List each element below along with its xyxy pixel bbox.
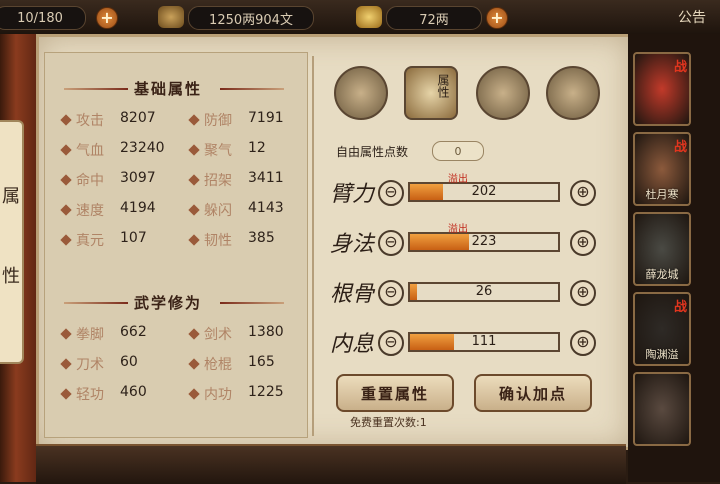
- attribute-bar: 223: [408, 232, 560, 252]
- attribute-bar: 111: [408, 332, 560, 352]
- stat-label: 韧性: [204, 233, 232, 249]
- yin-yang-icon[interactable]: [476, 66, 530, 120]
- stat-label: 招架: [204, 173, 232, 189]
- scroll-char-top: 属: [2, 186, 20, 207]
- battle-badge: 战: [673, 300, 687, 315]
- stat-value: 3411: [248, 170, 284, 186]
- increase-button[interactable]: ⊕: [570, 280, 596, 306]
- increase-button[interactable]: ⊕: [570, 330, 596, 356]
- martial-label: 拳脚: [76, 327, 104, 343]
- bottom-menu-bar: [36, 444, 626, 484]
- hero-name: 杜月寒: [645, 188, 679, 201]
- martial-label: 枪棍: [204, 357, 232, 373]
- decrease-button[interactable]: ⊖: [378, 280, 404, 306]
- attribute-name: 根骨: [330, 282, 375, 307]
- attribute-name: 臂力: [330, 182, 375, 207]
- decrease-button[interactable]: ⊖: [378, 230, 404, 256]
- stat-value: 385: [248, 230, 275, 246]
- decrease-button[interactable]: ⊖: [378, 330, 404, 356]
- increase-button[interactable]: ⊕: [570, 230, 596, 256]
- stat-label: 速度: [76, 203, 104, 219]
- attribute-value: 111: [471, 334, 497, 349]
- free-points-value: 0: [432, 141, 484, 161]
- hero-name: 陶渊溢: [645, 348, 679, 361]
- notice-button[interactable]: 公告: [678, 7, 706, 27]
- hero-card[interactable]: [633, 372, 691, 446]
- stat-value: 23240: [120, 140, 165, 156]
- meridian-body-icon[interactable]: [546, 66, 600, 120]
- martial-value: 60: [120, 354, 138, 370]
- martial-value: 460: [120, 384, 147, 400]
- stat-value: 7191: [248, 110, 284, 126]
- gold-counter: 72两: [386, 6, 482, 30]
- hero-card[interactable]: 战杜月寒: [633, 132, 691, 206]
- martial-value: 662: [120, 324, 147, 340]
- stat-value: 12: [248, 140, 266, 156]
- energy-counter: 10/180: [0, 6, 86, 30]
- stat-value: 107: [120, 230, 147, 246]
- martial-label: 内功: [204, 387, 232, 403]
- confirm-points-button[interactable]: 确认加点: [474, 374, 592, 412]
- free-reset-count: 免费重置次数:1: [350, 416, 427, 429]
- panel-divider: [312, 56, 314, 436]
- stat-label: 攻击: [76, 113, 104, 129]
- attribute-bar: 26: [408, 282, 560, 302]
- decrease-button[interactable]: ⊖: [378, 180, 404, 206]
- stat-label: 气血: [76, 143, 104, 159]
- overflow-label: 溢出: [448, 174, 468, 185]
- silver-coin-icon: [158, 6, 184, 28]
- martial-value: 1380: [248, 324, 284, 340]
- battle-badge: 战: [673, 60, 687, 75]
- increase-button[interactable]: ⊕: [570, 180, 596, 206]
- stat-value: 8207: [120, 110, 156, 126]
- scroll-roll: 属 性: [0, 120, 24, 364]
- title-ornament-right: [220, 302, 284, 304]
- attribute-value: 223: [471, 234, 497, 249]
- hero-card[interactable]: 薛龙城: [633, 212, 691, 286]
- add-gold-button[interactable]: +: [486, 7, 508, 29]
- martial-value: 165: [248, 354, 275, 370]
- overflow-label: 溢出: [448, 224, 468, 235]
- attribute-name: 身法: [330, 232, 375, 257]
- battle-badge: 战: [673, 140, 687, 155]
- stat-value: 3097: [120, 170, 156, 186]
- hero-card[interactable]: 战陶渊溢: [633, 292, 691, 366]
- attribute-tab-label: 属性: [436, 74, 450, 98]
- stat-label: 命中: [76, 173, 104, 189]
- free-points-label: 自由属性点数: [336, 145, 409, 159]
- martial-label: 剑术: [204, 327, 232, 343]
- scroll-char-bottom: 性: [2, 266, 20, 287]
- attribute-name: 内息: [330, 332, 375, 357]
- money-counter: 1250两904文: [188, 6, 314, 30]
- basic-attributes-title: 基础属性: [134, 80, 203, 98]
- martial-label: 刀术: [76, 357, 104, 373]
- stat-label: 聚气: [204, 143, 232, 159]
- attribute-bar: 202: [408, 182, 560, 202]
- title-ornament-left: [64, 88, 128, 90]
- gold-ingot-icon: [356, 6, 382, 28]
- stat-value: 4194: [120, 200, 156, 216]
- attribute-book-icon[interactable]: 属性: [404, 66, 458, 120]
- hero-card[interactable]: 战: [633, 52, 691, 126]
- stat-label: 躲闪: [204, 203, 232, 219]
- hero-name: 薛龙城: [645, 268, 679, 281]
- stat-value: 4143: [248, 200, 284, 216]
- add-energy-button[interactable]: +: [96, 7, 118, 29]
- attribute-value: 202: [471, 184, 497, 199]
- hero-portrait-icon[interactable]: [334, 66, 388, 120]
- title-ornament-left: [64, 302, 128, 304]
- martial-arts-title: 武学修为: [134, 294, 203, 312]
- title-ornament-right: [220, 88, 284, 90]
- stat-label: 真元: [76, 233, 104, 249]
- stat-label: 防御: [204, 113, 232, 129]
- attribute-value: 26: [475, 284, 493, 299]
- martial-label: 轻功: [76, 387, 104, 403]
- martial-value: 1225: [248, 384, 284, 400]
- reset-attributes-button[interactable]: 重置属性: [336, 374, 454, 412]
